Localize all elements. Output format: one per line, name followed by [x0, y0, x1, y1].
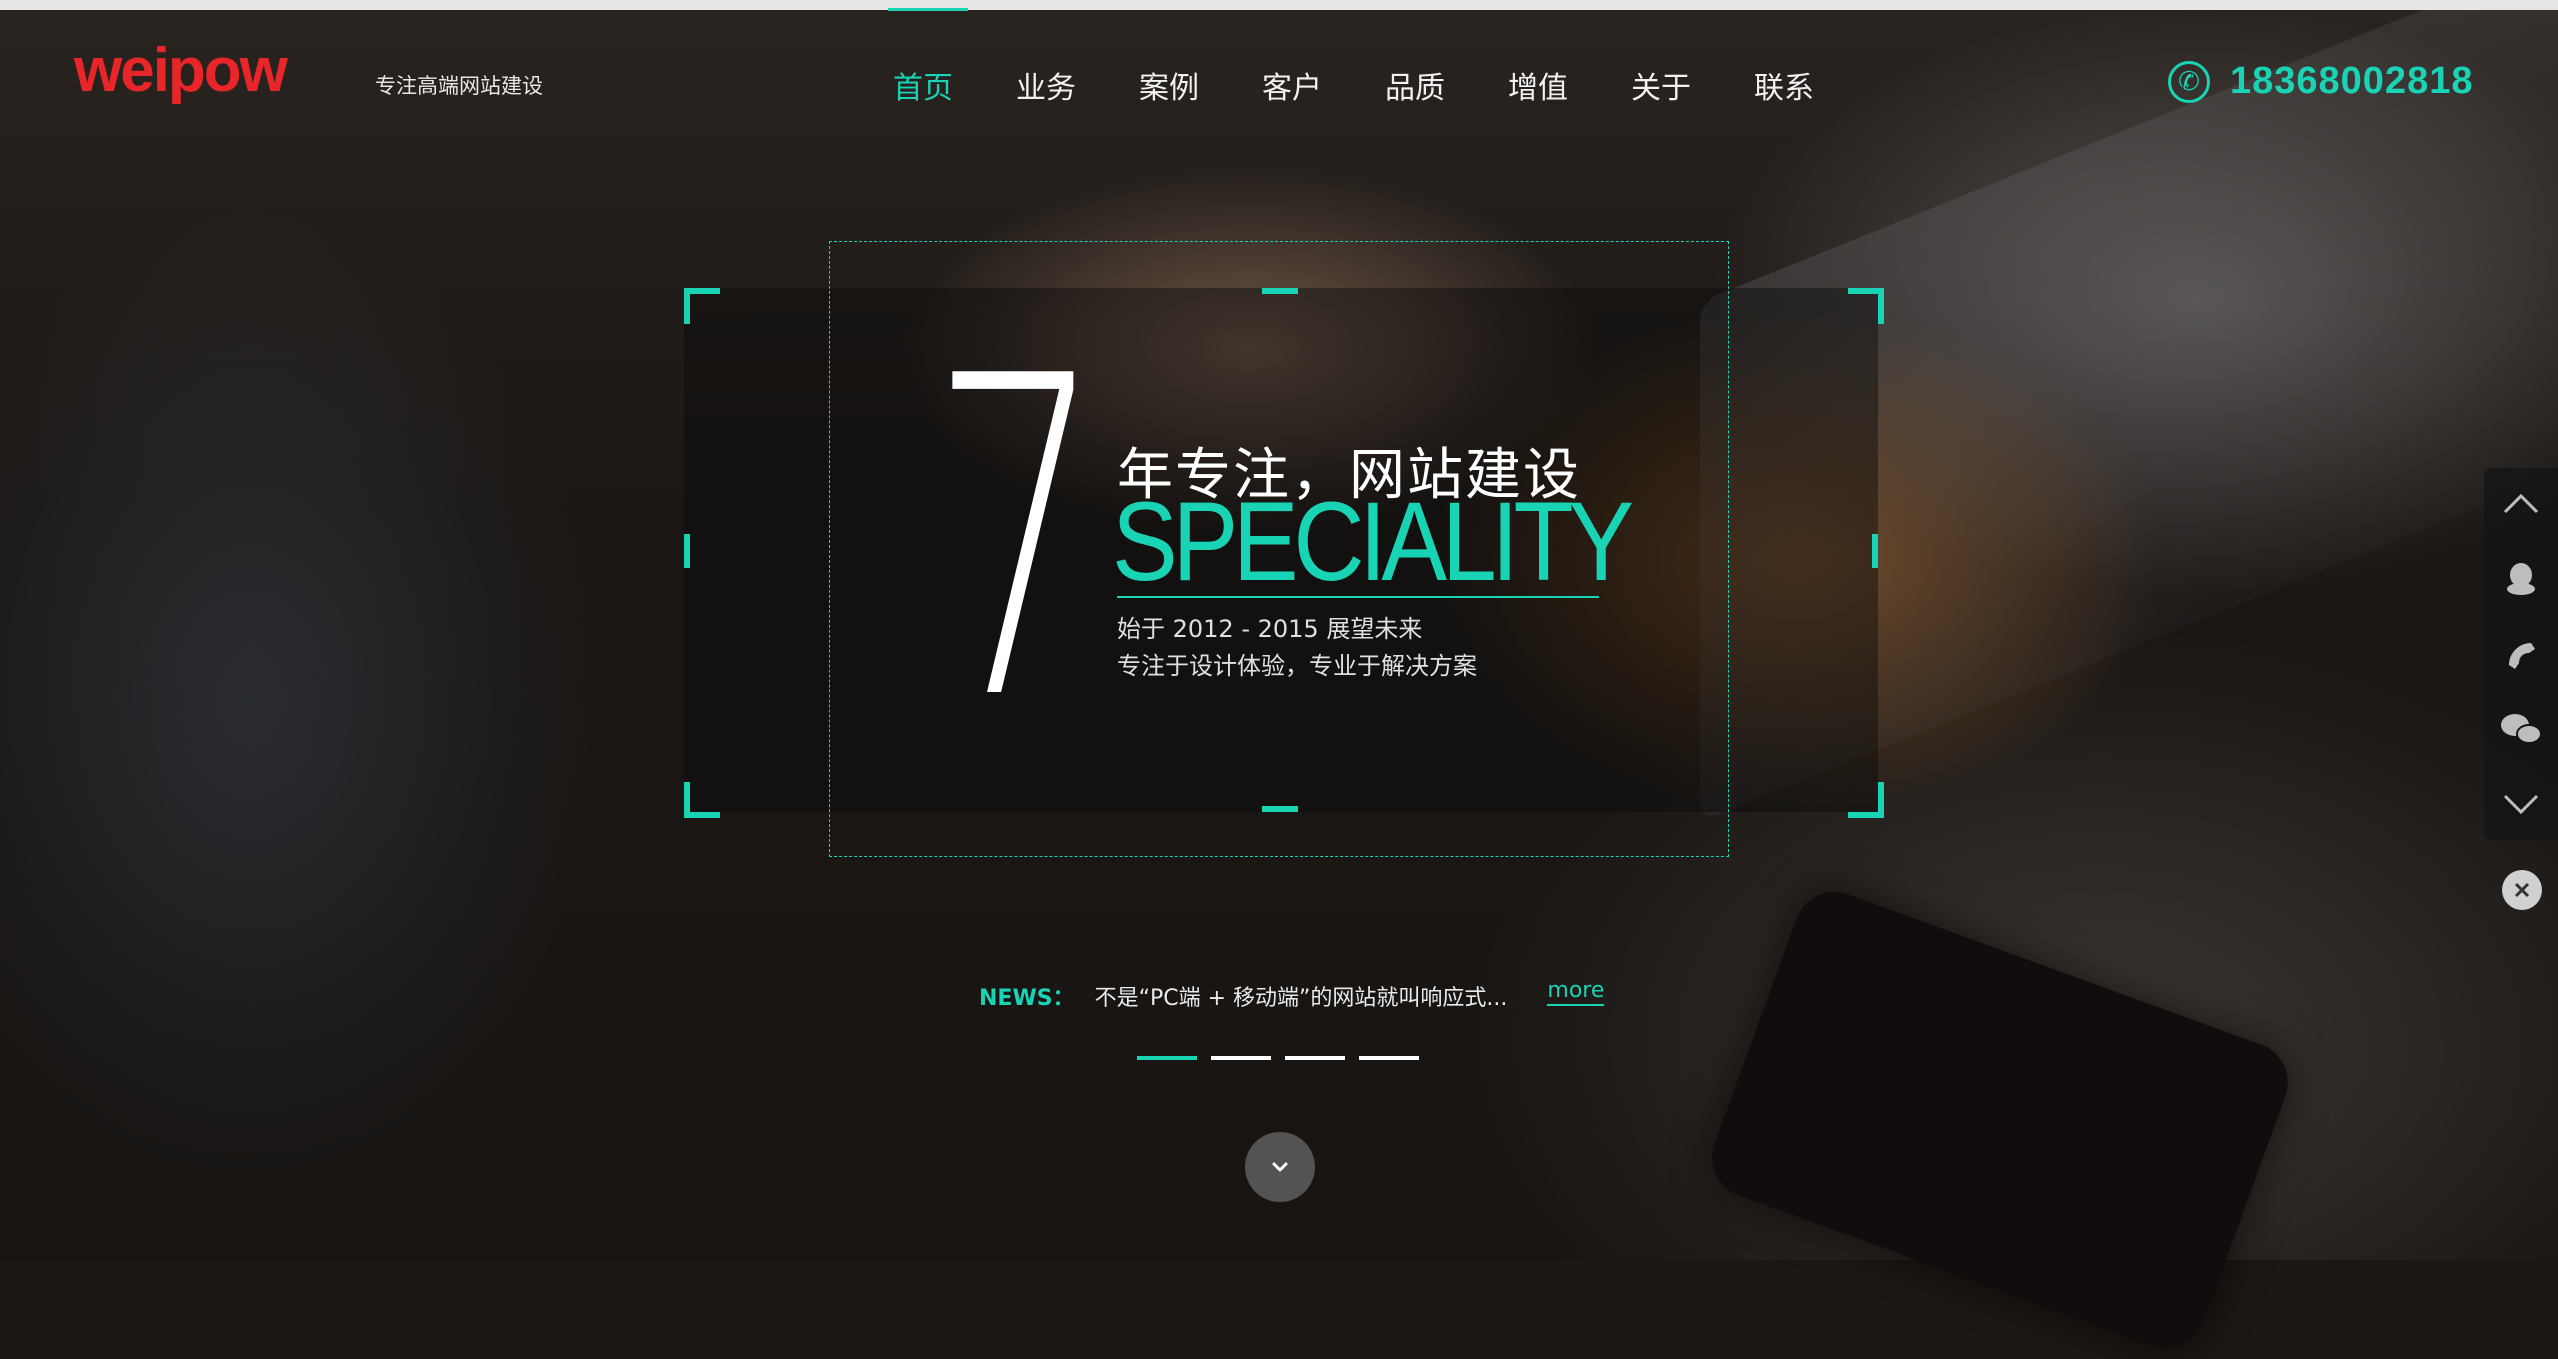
scroll-bottom-button[interactable] [2496, 780, 2546, 830]
hero-subtitle-1: 始于 2012 - 2015 展望未来 [1117, 615, 1423, 643]
phone-icon: ✆ [2168, 60, 2210, 103]
chevron-up-icon [2503, 493, 2539, 514]
slider-dot-2[interactable] [1211, 1056, 1271, 1060]
phone-icon [2509, 643, 2535, 669]
browser-bookmark-strip [0, 0, 2558, 11]
slider-pagination [1137, 1056, 1419, 1060]
frame-corner-bottom-right [1848, 782, 1884, 818]
phone-number[interactable]: 18368002818 [2230, 60, 2473, 103]
header-contact: ✆ 18368002818 [2168, 60, 2473, 103]
news-more-link[interactable]: more [1547, 978, 1605, 1006]
hero-speciality: SPECIALITY [1112, 479, 1634, 604]
frame-corner-bottom-left [684, 782, 720, 818]
slider-dot-3[interactable] [1285, 1056, 1345, 1060]
frame-tick-top [1262, 288, 1298, 294]
hero-subtitle-2: 专注于设计体验，专业于解决方案 [1117, 652, 1477, 680]
speciality-underline [1117, 596, 1599, 598]
qq-button[interactable] [2496, 554, 2546, 604]
nav-item-value-added[interactable]: 增值 [1508, 63, 1631, 107]
active-tab-indicator [888, 8, 968, 11]
chevron-down-icon [1272, 1162, 1288, 1172]
frame-tick-left [684, 534, 690, 568]
scroll-top-button[interactable] [2496, 478, 2546, 528]
nav-item-clients[interactable]: 客户 [1262, 63, 1385, 107]
qq-icon [2507, 563, 2535, 595]
phone-button[interactable] [2496, 630, 2546, 680]
wechat-button[interactable] [2496, 704, 2546, 754]
frame-tick-right [1872, 534, 1878, 568]
tagline: 专注高端网站建设 [375, 74, 543, 98]
hero-big-number: 7 [930, 284, 1104, 796]
logo[interactable]: weipow [74, 40, 288, 102]
news-headline-link[interactable]: 不是“PC端 + 移动端”的网站就叫响应式... [1095, 980, 1508, 1012]
main-nav: 首页 业务 案例 客户 品质 增值 关于 联系 [893, 63, 1877, 107]
frame-corner-top-left [684, 288, 720, 324]
wechat-icon [2501, 714, 2542, 744]
nav-item-quality[interactable]: 品质 [1385, 63, 1508, 107]
chevron-down-icon [2503, 794, 2539, 815]
news-label: NEWS： [979, 986, 1075, 1011]
slider-dot-1[interactable] [1137, 1056, 1197, 1060]
nav-item-about[interactable]: 关于 [1631, 63, 1754, 107]
frame-corner-top-right [1848, 288, 1884, 324]
nav-item-home[interactable]: 首页 [893, 63, 1016, 107]
nav-item-business[interactable]: 业务 [1016, 63, 1139, 107]
close-icon [2514, 882, 2530, 898]
news-ticker: NEWS： 不是“PC端 + 移动端”的网站就叫响应式... more [979, 978, 1605, 1012]
slider-dot-4[interactable] [1359, 1056, 1419, 1060]
frame-tick-bottom [1262, 806, 1298, 812]
sidebar-close-button[interactable] [2502, 870, 2542, 910]
nav-item-contact[interactable]: 联系 [1754, 63, 1877, 107]
scroll-down-button[interactable] [1245, 1132, 1315, 1202]
nav-item-cases[interactable]: 案例 [1139, 63, 1262, 107]
floating-sidebar [2484, 468, 2558, 840]
